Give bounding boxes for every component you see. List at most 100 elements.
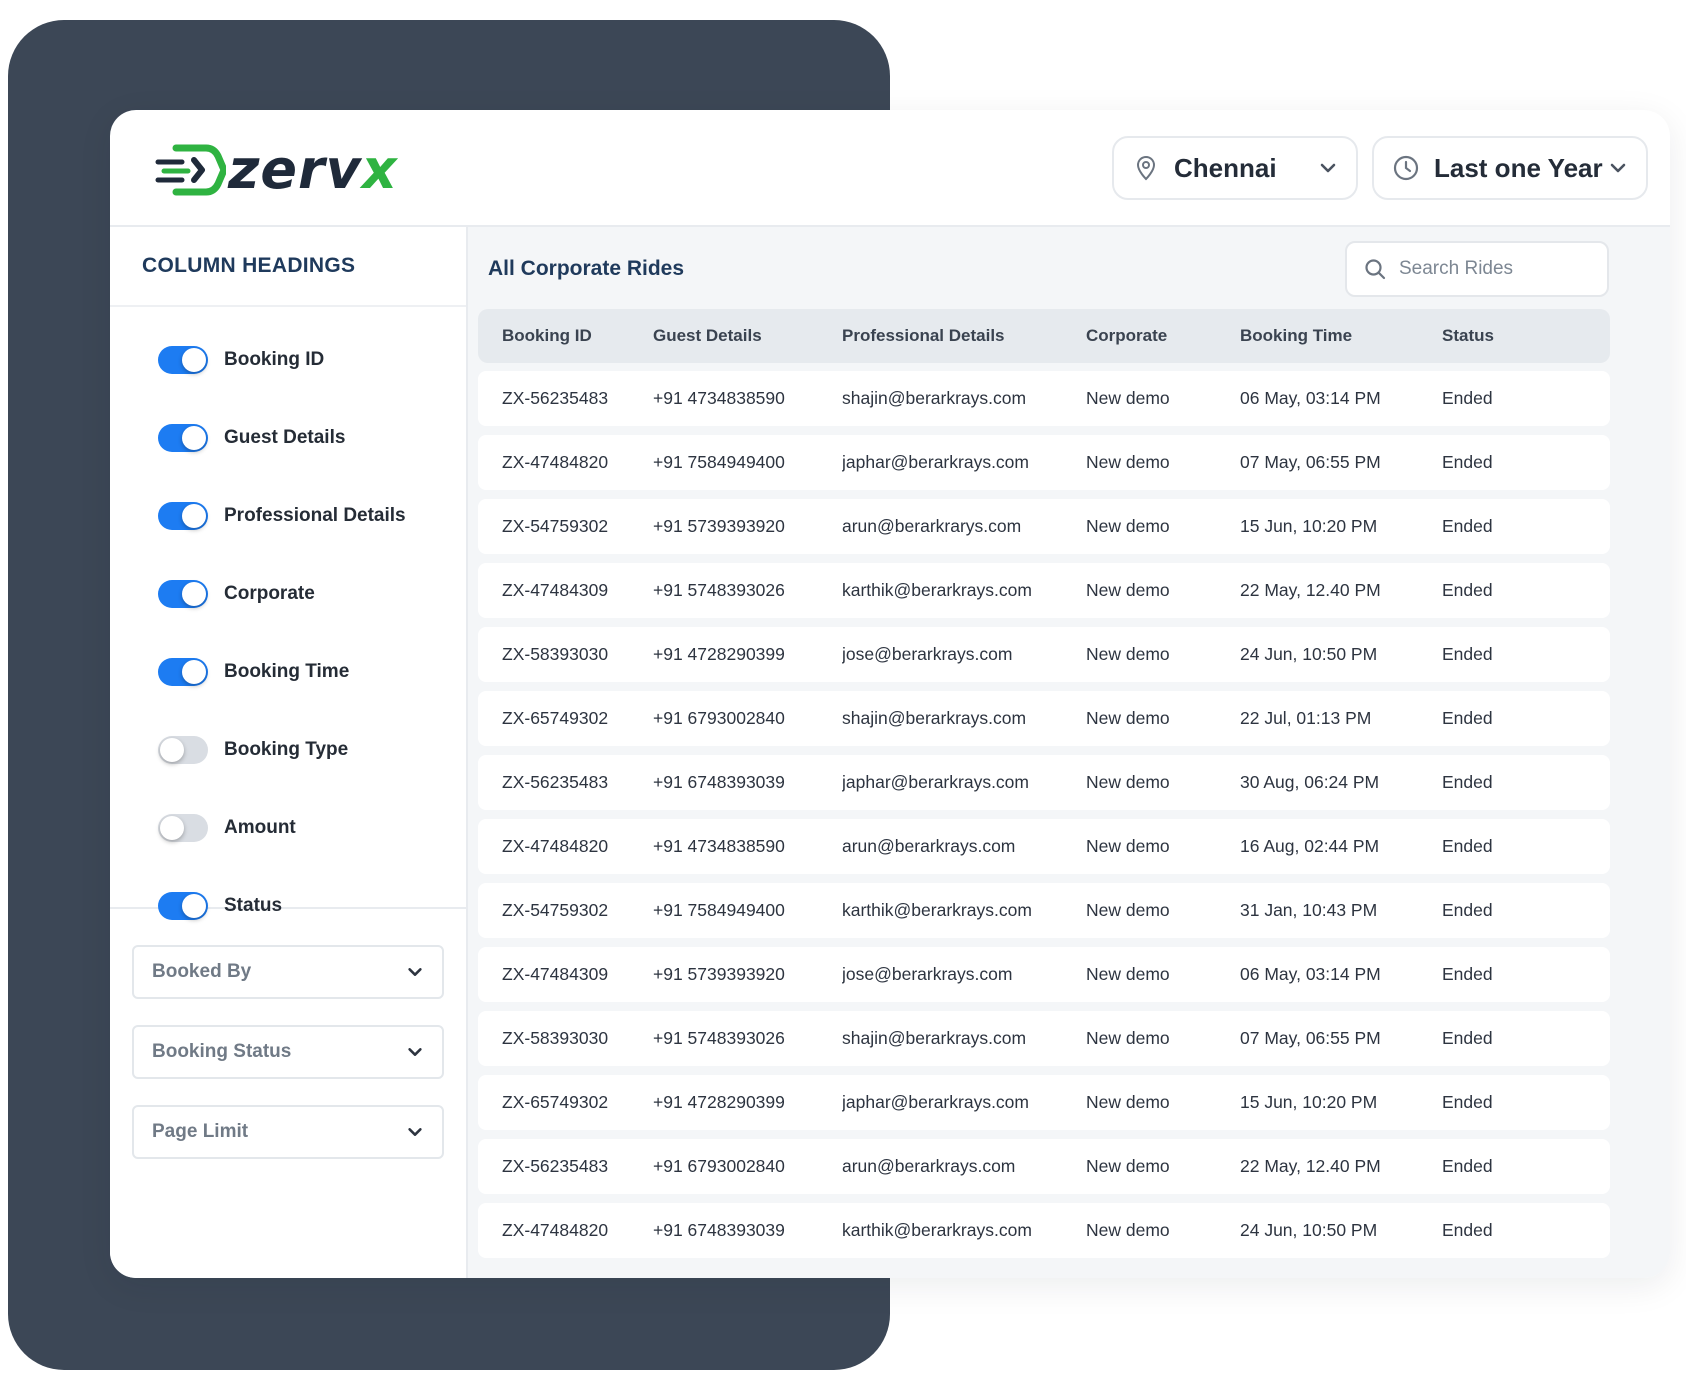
toggle-label: Status <box>224 895 283 916</box>
toggle-switch-booking-type[interactable] <box>158 736 208 764</box>
table-cell: +91 4734838590 <box>653 388 785 408</box>
search-box[interactable] <box>1345 241 1609 297</box>
search-icon <box>1365 259 1386 280</box>
filter-dropdown-booking-status[interactable]: Booking Status <box>132 1025 444 1079</box>
table-row[interactable]: ZX-65749302 +91 4728290399 japhar@berarkra… <box>478 1075 1610 1130</box>
table-cell: Ended <box>1442 708 1493 728</box>
toggle-switch-amount[interactable] <box>158 814 208 842</box>
table-cell: japhar@berarkrays.com <box>842 452 1029 472</box>
table-cell: New demo <box>1086 516 1170 536</box>
toggle-row-booking-id: Booking ID <box>110 321 466 399</box>
column-header[interactable]: Booking ID <box>478 326 653 346</box>
table-cell: 06 May, 03:14 PM <box>1240 964 1381 984</box>
table-cell: Ended <box>1442 964 1493 984</box>
column-settings-sidebar: COLUMN HEADINGS Booking ID Guest Details P… <box>110 227 468 1278</box>
column-header[interactable]: Professional Details <box>842 326 1086 346</box>
toggle-switch-corporate[interactable] <box>158 580 208 608</box>
table-row[interactable]: ZX-47484820 +91 4734838590 arun@berarkrays… <box>478 819 1610 874</box>
table-cell: japhar@berarkrays.com <box>842 1092 1029 1112</box>
toggle-row-booking-time: Booking Time <box>110 633 466 711</box>
table-row[interactable]: ZX-47484309 +91 5739393920 jose@berarkrays… <box>478 947 1610 1002</box>
table-cell: Ended <box>1442 1028 1493 1048</box>
table-row[interactable]: ZX-65749302 +91 6793002840 shajin@berarkra… <box>478 691 1610 746</box>
chevron-down-icon <box>1610 163 1626 173</box>
table-cell: ZX-47484820 <box>502 836 609 856</box>
table-cell: +91 6793002840 <box>653 708 785 728</box>
chevron-down-icon <box>408 1128 422 1136</box>
table-cell: New demo <box>1086 1156 1170 1176</box>
table-cell: +91 5748393026 <box>653 580 785 600</box>
table-cell: Ended <box>1442 1092 1493 1112</box>
table-cell: ZX-54759302 <box>502 900 609 920</box>
column-header[interactable]: Guest Details <box>653 326 842 346</box>
toggle-switch-booking-time[interactable] <box>158 658 208 686</box>
table-cell: 22 May, 12.40 PM <box>1240 580 1381 600</box>
brand-logo[interactable]: zervx <box>154 140 398 200</box>
table-cell: ZX-47484309 <box>502 964 609 984</box>
table-cell: jose@berarkrays.com <box>842 964 1013 984</box>
table-cell: New demo <box>1086 580 1170 600</box>
brand-name-main: zerv <box>228 138 362 201</box>
sidebar-title: COLUMN HEADINGS <box>110 227 466 307</box>
table-cell: New demo <box>1086 452 1170 472</box>
table-row[interactable]: ZX-47484820 +91 7584949400 japhar@berarkra… <box>478 435 1610 490</box>
table-cell: ZX-56235483 <box>502 772 609 792</box>
filter-dropdown-booked-by[interactable]: Booked By <box>132 945 444 999</box>
table-cell: Ended <box>1442 836 1493 856</box>
search-input[interactable] <box>1399 258 1589 280</box>
toggle-switch-booking-id[interactable] <box>158 346 208 374</box>
table-cell: Ended <box>1442 516 1493 536</box>
table-row[interactable]: ZX-58393030 +91 4728290399 jose@berarkrays… <box>478 627 1610 682</box>
table-cell: ZX-56235483 <box>502 1156 609 1176</box>
table-cell: ZX-56235483 <box>502 388 609 408</box>
table-cell: 07 May, 06:55 PM <box>1240 452 1381 472</box>
table-row[interactable]: ZX-56235483 +91 6748393039 japhar@berarkra… <box>478 755 1610 810</box>
toggle-switch-guest-details[interactable] <box>158 424 208 452</box>
table-cell: +91 5739393920 <box>653 964 785 984</box>
table-header: Booking ID Guest Details Professional Deta… <box>478 309 1610 363</box>
column-header[interactable]: Booking Time <box>1240 326 1442 346</box>
table-cell: 07 May, 06:55 PM <box>1240 1028 1381 1048</box>
column-header[interactable]: Corporate <box>1086 326 1240 346</box>
table-row[interactable]: ZX-56235483 +91 4734838590 shajin@berarkra… <box>478 371 1610 426</box>
table-cell: New demo <box>1086 644 1170 664</box>
table-cell: Ended <box>1442 388 1493 408</box>
table-cell: New demo <box>1086 836 1170 856</box>
table-row[interactable]: ZX-58393030 +91 5748393026 shajin@berarkra… <box>478 1011 1610 1066</box>
column-header[interactable]: Status <box>1442 326 1610 346</box>
table-cell: ZX-65749302 <box>502 708 609 728</box>
period-dropdown-label: Last one Year <box>1434 152 1603 183</box>
table-row[interactable]: ZX-54759302 +91 5739393920 arun@berarkrary… <box>478 499 1610 554</box>
filter-dropdown-page-limit[interactable]: Page Limit <box>132 1105 444 1159</box>
toggle-switch-status[interactable] <box>158 892 208 920</box>
table-row[interactable]: ZX-47484820 +91 6748393039 karthik@berarkr… <box>478 1203 1610 1258</box>
table-row[interactable]: ZX-54759302 +91 7584949400 karthik@berarkr… <box>478 883 1610 938</box>
table-cell: Ended <box>1442 772 1493 792</box>
table-cell: New demo <box>1086 900 1170 920</box>
table-cell: New demo <box>1086 1220 1170 1240</box>
table-row[interactable]: ZX-47484309 +91 5748393026 karthik@berarkr… <box>478 563 1610 618</box>
rides-panel: All Corporate Rides Booking IDGuest Deta… <box>468 227 1670 1278</box>
table-cell: japhar@berarkrays.com <box>842 772 1029 792</box>
toggle-switch-professional-details[interactable] <box>158 502 208 530</box>
brand-wordmark: zervx <box>228 140 398 200</box>
toggle-knob <box>182 504 206 528</box>
filter-label: Page Limit <box>152 1121 249 1142</box>
table-cell: karthik@berarkrays.com <box>842 1220 1032 1240</box>
page-title: All Corporate Rides <box>488 257 685 280</box>
table-cell: New demo <box>1086 708 1170 728</box>
table-cell: karthik@berarkrays.com <box>842 580 1032 600</box>
table-cell: +91 5748393026 <box>653 1028 785 1048</box>
toggle-row-amount: Amount <box>110 789 466 867</box>
table-row[interactable]: ZX-56235483 +91 6793002840 arun@berarkrays… <box>478 1139 1610 1194</box>
table-cell: arun@berarkrays.com <box>842 836 1016 856</box>
city-dropdown[interactable]: Chennai <box>1112 136 1358 200</box>
table-cell: arun@berarkrays.com <box>842 1156 1016 1176</box>
zervx-logo-icon <box>155 144 226 196</box>
table-cell: 15 Jun, 10:20 PM <box>1240 516 1378 536</box>
period-dropdown[interactable]: Last one Year <box>1372 136 1648 200</box>
toggle-row-guest-details: Guest Details <box>110 399 466 477</box>
toggle-knob <box>182 660 206 684</box>
table-cell: 24 Jun, 10:50 PM <box>1240 1220 1378 1240</box>
filter-list: Booked By Booking Status Page Limit <box>110 909 466 1159</box>
